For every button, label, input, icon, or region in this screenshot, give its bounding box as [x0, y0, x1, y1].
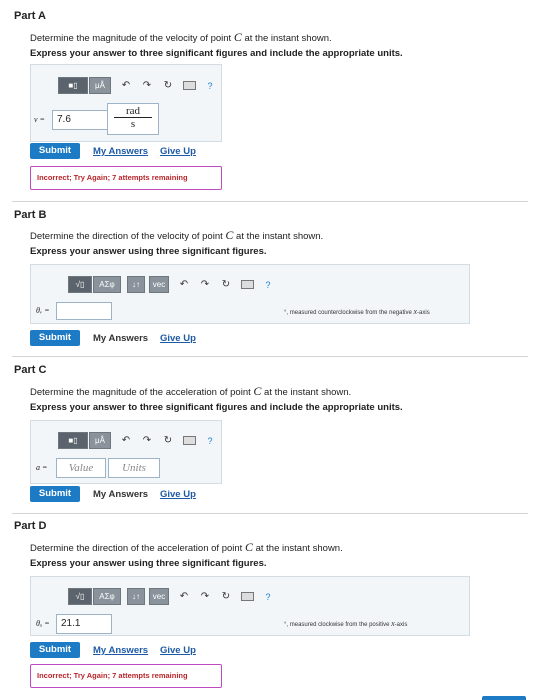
- part-a-give-up-link[interactable]: Give Up: [160, 146, 196, 157]
- keyboard-icon[interactable]: [182, 80, 196, 91]
- part-d-express: Express your answer using three signific…: [30, 558, 267, 569]
- part-d-title: Part D: [14, 520, 47, 532]
- part-a-express: Express your answer to three significant…: [30, 48, 403, 59]
- part-d-my-answers-link[interactable]: My Answers: [93, 645, 148, 656]
- part-d-submit-button[interactable]: Submit: [30, 642, 80, 658]
- part-d-toolbar: √▯ ΑΣφ ↓↑ vec ↶ ↷ ↻ ?: [68, 588, 275, 605]
- part-a-submit-button[interactable]: Submit: [30, 143, 80, 159]
- part-a-units-input[interactable]: rad s: [107, 103, 159, 135]
- part-d-var-label: θₐ =: [36, 619, 50, 628]
- part-b-express: Express your answer using three signific…: [30, 246, 267, 257]
- part-c-units-input[interactable]: Units: [108, 458, 160, 478]
- redo-icon[interactable]: ↷: [198, 279, 212, 290]
- part-b-give-up-link[interactable]: Give Up: [160, 333, 196, 344]
- part-c-submit-button[interactable]: Submit: [30, 486, 80, 502]
- part-d-prompt: Determine the direction of the accelerat…: [30, 540, 343, 554]
- undo-icon[interactable]: ↶: [119, 435, 133, 446]
- arrows-button[interactable]: ↓↑: [127, 276, 145, 293]
- help-icon[interactable]: ?: [261, 592, 275, 602]
- part-a-var-label: v =: [34, 115, 45, 124]
- part-d-value-input[interactable]: 21.1: [56, 614, 112, 634]
- redo-icon[interactable]: ↷: [140, 435, 154, 446]
- part-d-give-up-link[interactable]: Give Up: [160, 645, 196, 656]
- part-c-give-up-link[interactable]: Give Up: [160, 489, 196, 500]
- help-icon[interactable]: ?: [261, 280, 275, 290]
- greek-button[interactable]: ΑΣφ: [93, 588, 121, 605]
- part-c-value-input[interactable]: Value: [56, 458, 106, 478]
- divider: [12, 356, 528, 357]
- part-b-submit-button[interactable]: Submit: [30, 330, 80, 346]
- redo-icon[interactable]: ↷: [140, 80, 154, 91]
- greek-button[interactable]: ΑΣφ: [93, 276, 121, 293]
- reset-icon[interactable]: ↻: [219, 591, 233, 602]
- divider: [12, 513, 528, 514]
- matrix-button[interactable]: ■▯: [58, 432, 88, 449]
- reset-icon[interactable]: ↻: [161, 435, 175, 446]
- sqrt-button[interactable]: √▯: [68, 276, 92, 293]
- part-b-note: °, measured counterclockwise from the ne…: [284, 307, 430, 316]
- help-icon[interactable]: ?: [203, 436, 217, 446]
- micro-units-button[interactable]: μÅ: [89, 77, 111, 94]
- undo-icon[interactable]: ↶: [177, 279, 191, 290]
- undo-icon[interactable]: ↶: [177, 591, 191, 602]
- vec-button[interactable]: vec: [149, 276, 169, 293]
- part-c-toolbar: ■▯ μÅ ↶ ↷ ↻ ?: [58, 432, 217, 449]
- part-a-prompt: Determine the magnitude of the velocity …: [30, 30, 332, 44]
- sqrt-button[interactable]: √▯: [68, 588, 92, 605]
- part-b-var-label: θᵥ =: [36, 306, 50, 315]
- part-b-prompt: Determine the direction of the velocity …: [30, 228, 324, 242]
- part-d-note: °, measured clockwise from the positive …: [284, 619, 408, 628]
- redo-icon[interactable]: ↷: [198, 591, 212, 602]
- part-a-feedback: Incorrect; Try Again; 7 attempts remaini…: [30, 166, 222, 190]
- reset-icon[interactable]: ↻: [219, 279, 233, 290]
- part-a-toolbar: ■▯ μÅ ↶ ↷ ↻ ?: [58, 77, 217, 94]
- part-c-express: Express your answer to three significant…: [30, 402, 403, 413]
- part-c-title: Part C: [14, 364, 47, 376]
- part-d-feedback: Incorrect; Try Again; 7 attempts remaini…: [30, 664, 222, 688]
- keyboard-icon[interactable]: [182, 435, 196, 446]
- undo-icon[interactable]: ↶: [119, 80, 133, 91]
- part-c-var-label: a =: [36, 463, 48, 472]
- matrix-button[interactable]: ■▯: [58, 77, 88, 94]
- part-c-my-answers[interactable]: My Answers: [93, 489, 148, 500]
- part-b-title: Part B: [14, 209, 47, 221]
- keyboard-icon[interactable]: [240, 591, 254, 602]
- corner-tab[interactable]: [482, 696, 526, 700]
- keyboard-icon[interactable]: [240, 279, 254, 290]
- divider: [12, 201, 528, 202]
- reset-icon[interactable]: ↻: [161, 80, 175, 91]
- vec-button[interactable]: vec: [149, 588, 169, 605]
- part-b-toolbar: √▯ ΑΣφ ↓↑ vec ↶ ↷ ↻ ?: [68, 276, 275, 293]
- part-b-value-input[interactable]: [56, 302, 112, 320]
- part-a-title: Part A: [14, 10, 46, 22]
- micro-units-button[interactable]: μÅ: [89, 432, 111, 449]
- part-a-my-answers-link[interactable]: My Answers: [93, 146, 148, 157]
- help-icon[interactable]: ?: [203, 81, 217, 91]
- part-a-value-input[interactable]: 7.6: [52, 110, 108, 130]
- part-c-prompt: Determine the magnitude of the accelerat…: [30, 384, 352, 398]
- arrows-button[interactable]: ↓↑: [127, 588, 145, 605]
- part-b-my-answers[interactable]: My Answers: [93, 333, 148, 344]
